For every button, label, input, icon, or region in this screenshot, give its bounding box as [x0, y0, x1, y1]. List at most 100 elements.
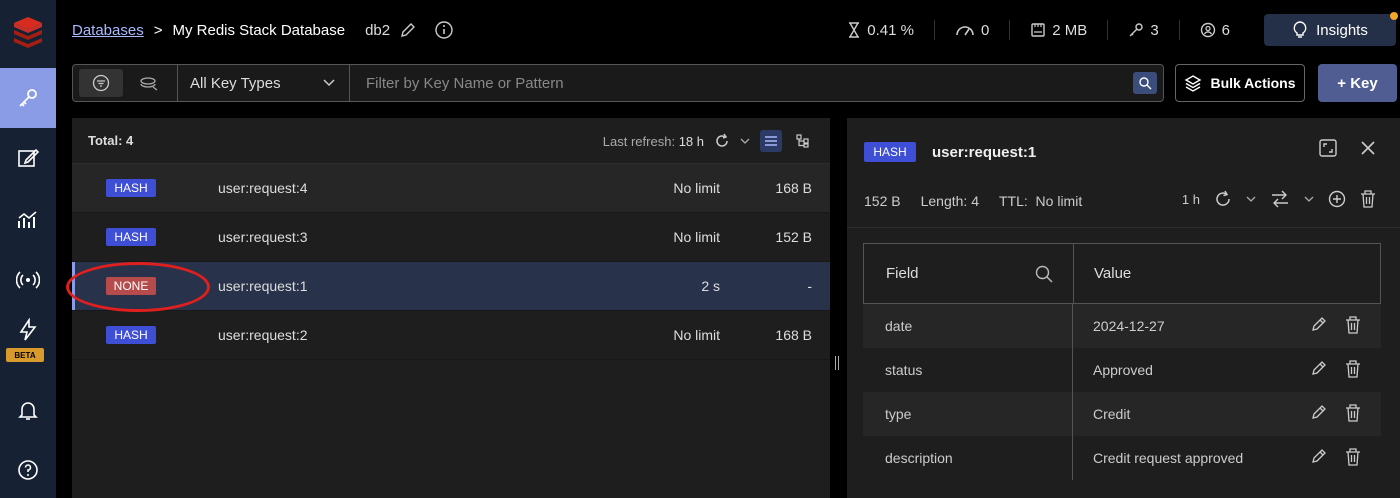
redis-logo[interactable]: [0, 0, 56, 64]
sidebar-item-notifications[interactable]: [0, 380, 56, 440]
info-icon[interactable]: [434, 20, 454, 40]
fullscreen-icon[interactable]: [1318, 138, 1338, 158]
trash-icon[interactable]: [1345, 316, 1361, 334]
table-header: Field Value: [863, 243, 1381, 304]
key-name: user:request:1: [218, 278, 308, 294]
filter-icon: [92, 74, 110, 92]
last-refresh-value: 18 h: [678, 133, 704, 149]
add-field-icon[interactable]: [1328, 190, 1346, 208]
key-type-select[interactable]: All Key Types: [178, 65, 350, 101]
table-row[interactable]: type Credit: [863, 392, 1381, 436]
sidebar-item-browser[interactable]: [0, 68, 56, 128]
key-ttl: 2 s: [701, 278, 720, 294]
tree-view-button[interactable]: [792, 130, 814, 152]
field-cell: status: [863, 348, 1073, 392]
table-row[interactable]: date 2024-12-27: [863, 304, 1381, 348]
format-switch-icon[interactable]: [1270, 190, 1290, 208]
key-icon: [1129, 23, 1144, 37]
pencil-icon[interactable]: [1311, 316, 1327, 332]
value-column-header: Value: [1074, 244, 1380, 303]
search-icon[interactable]: [1035, 265, 1053, 283]
key-row[interactable]: HASH user:request:3 No limit 152 B: [72, 213, 830, 262]
field-column-header: Field: [864, 244, 1074, 303]
refresh-icon[interactable]: [714, 133, 730, 149]
trash-icon[interactable]: [1360, 190, 1376, 208]
search-mode-toggle: [73, 65, 178, 101]
keys-stat: 3: [1107, 20, 1178, 40]
filter-bar: All Key Types Filter by Key Name or Patt…: [72, 64, 1164, 102]
key-list-panel: Total: 4 Last refresh: 18 h HASH user:re…: [66, 118, 830, 498]
layers-icon: [1185, 75, 1202, 92]
key-ttl: No limit: [673, 327, 720, 343]
key-type-badge: NONE: [106, 277, 156, 295]
bulk-actions-button[interactable]: Bulk Actions: [1175, 64, 1305, 102]
list-view-button[interactable]: [760, 130, 782, 152]
lightbulb-icon: [1293, 21, 1307, 38]
pencil-icon[interactable]: [1311, 448, 1327, 464]
insights-button[interactable]: Insights: [1264, 12, 1398, 46]
key-name-title[interactable]: user:request:1: [932, 144, 1036, 161]
key-metadata: 152 B Length: 4 TTL: No limit: [864, 193, 1082, 209]
key-tools: 1 h: [1182, 190, 1376, 208]
pattern-search-button[interactable]: [79, 69, 123, 97]
trash-icon[interactable]: [1345, 360, 1361, 378]
key-size: -: [807, 278, 812, 294]
key-type-badge: HASH: [106, 326, 156, 344]
chevron-down-icon[interactable]: [1304, 196, 1314, 203]
help-icon: [18, 460, 38, 480]
row-actions: [1311, 316, 1361, 334]
lightning-icon: [19, 318, 37, 341]
breadcrumb-databases-link[interactable]: Databases: [72, 22, 144, 39]
key-type-badge: HASH: [106, 179, 156, 197]
key-ttl[interactable]: TTL: No limit: [999, 193, 1082, 209]
key-size: 152 B: [864, 193, 901, 209]
insights-label: Insights: [1316, 21, 1368, 39]
key-filter-input[interactable]: Filter by Key Name or Pattern: [350, 65, 1163, 101]
chevron-down-icon[interactable]: [740, 138, 750, 145]
close-icon[interactable]: [1358, 138, 1378, 158]
clients-value: 6: [1221, 21, 1230, 39]
sidebar-item-workbench[interactable]: [0, 128, 56, 188]
key-details-panel: HASH user:request:1 152 B Length: 4 TTL:…: [847, 118, 1400, 498]
key-row[interactable]: HASH user:request:2 No limit 168 B: [72, 311, 830, 360]
row-actions: [1311, 448, 1361, 466]
key-row[interactable]: HASH user:request:4 No limit 168 B: [72, 164, 830, 213]
add-key-button[interactable]: + Key: [1318, 64, 1397, 102]
ttl-label: TTL:: [998, 193, 1028, 209]
pencil-icon[interactable]: [400, 22, 416, 38]
sidebar-item-triggers[interactable]: [0, 310, 56, 350]
refresh-icon[interactable]: [1214, 190, 1232, 208]
search-placeholder: Filter by Key Name or Pattern: [366, 74, 564, 92]
redis-logo-icon: [14, 17, 42, 48]
pencil-icon[interactable]: [1311, 360, 1327, 376]
chevron-down-icon: [323, 79, 335, 87]
key-row-selected[interactable]: NONE user:request:1 2 s -: [66, 262, 830, 312]
chevron-down-icon[interactable]: [1246, 196, 1256, 203]
key-list-header: Total: 4 Last refresh: 18 h: [72, 118, 830, 164]
table-row[interactable]: status Approved: [863, 348, 1381, 392]
vector-search-button[interactable]: [127, 69, 171, 97]
key-size: 168 B: [775, 327, 812, 343]
sidebar-item-help[interactable]: [0, 440, 56, 498]
refresh-controls: Last refresh: 18 h: [603, 130, 814, 152]
sidebar-item-pubsub[interactable]: [0, 250, 56, 310]
row-actions: [1311, 360, 1361, 378]
trash-icon[interactable]: [1345, 404, 1361, 422]
breadcrumb-separator: >: [153, 21, 163, 39]
trash-icon[interactable]: [1345, 448, 1361, 466]
ops-value: 0: [980, 21, 990, 39]
pencil-icon[interactable]: [1311, 404, 1327, 420]
search-button[interactable]: [1133, 72, 1157, 94]
panel-controls: [1318, 138, 1378, 158]
key-type-value: All Key Types: [190, 74, 281, 92]
bulk-actions-label: Bulk Actions: [1210, 75, 1296, 91]
sidebar-item-analytics[interactable]: [0, 190, 56, 250]
database-name: My Redis Stack Database: [172, 21, 346, 39]
last-refresh: Last refresh: 18 h: [603, 134, 704, 149]
clients-stat: 6: [1178, 20, 1250, 40]
database-stats: 0.41 % 0 2 MB 3 6: [827, 20, 1250, 40]
table-row[interactable]: description Credit request approved: [863, 436, 1381, 480]
key-details-header: HASH user:request:1 152 B Length: 4 TTL:…: [847, 118, 1400, 228]
panel-resize-handle[interactable]: [835, 356, 840, 370]
list-icon: [765, 136, 777, 146]
